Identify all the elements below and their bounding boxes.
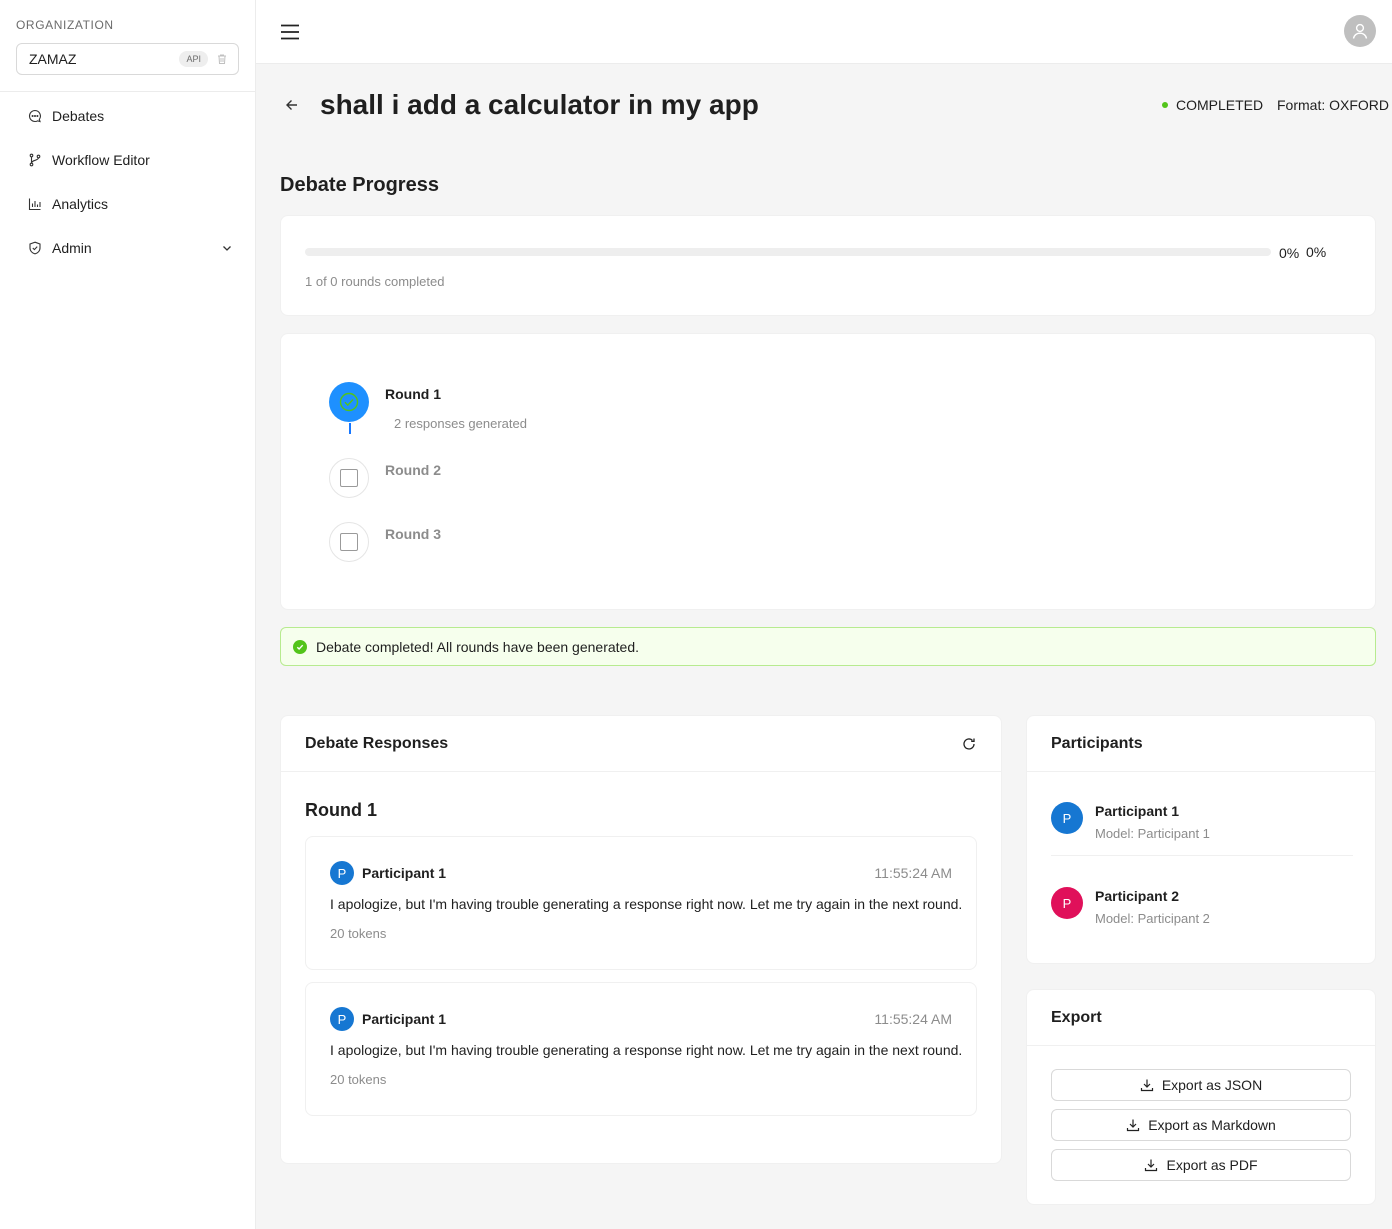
round-heading: Round 1	[305, 800, 377, 820]
response-item: P Participant 1 11:55:24 AM I apologize,…	[305, 982, 977, 1116]
export-card: Export Export as JSON Export as Markdown…	[1026, 989, 1376, 1205]
sidebar-item-label: Workflow Editor	[52, 152, 150, 168]
step-2-pending-icon	[329, 458, 369, 498]
card-header: Participants	[1027, 716, 1375, 772]
response-author: Participant 1	[362, 1011, 447, 1027]
participant-model: Model: Participant 2	[1095, 911, 1210, 926]
progress-percent-secondary: 0%	[1306, 244, 1327, 260]
step-title: Round 2	[385, 462, 441, 478]
status-badge: COMPLETED	[1162, 97, 1263, 113]
status-text: COMPLETED	[1176, 97, 1264, 113]
participant-name: Participant 1	[1095, 803, 1180, 819]
progress-card: 0% 0% 1 of 0 rounds completed	[280, 215, 1376, 316]
rounds-steps-card: Round 1 2 responses generated Round 2 Ro…	[280, 333, 1376, 610]
chevron-down-icon[interactable]	[221, 242, 233, 254]
rounds-completed-text: 1 of 0 rounds completed	[305, 274, 445, 289]
sidebar-divider	[0, 91, 255, 92]
divider	[1051, 855, 1353, 856]
api-badge: API	[179, 51, 208, 67]
back-arrow-icon[interactable]	[284, 97, 300, 113]
menu-icon[interactable]	[280, 22, 300, 42]
sidebar-item-analytics[interactable]: Analytics	[0, 182, 255, 226]
organization-label: ORGANIZATION	[16, 18, 114, 32]
sidebar-nav: Debates Workflow Editor Analytics Admin	[0, 94, 255, 270]
step-title: Round 1	[385, 386, 441, 402]
export-pdf-button[interactable]: Export as PDF	[1051, 1149, 1351, 1181]
response-author: Participant 1	[362, 865, 447, 881]
check-circle-icon	[293, 639, 307, 654]
response-text: I apologize, but I'm having trouble gene…	[330, 896, 963, 912]
organization-select[interactable]: ZAMAZ API	[16, 43, 239, 75]
avatar: P	[330, 1007, 354, 1031]
response-text: I apologize, but I'm having trouble gene…	[330, 1042, 963, 1058]
participant-item: P Participant 1 Model: Participant 1	[1051, 776, 1353, 860]
page-title: shall i add a calculator in my app	[320, 89, 759, 120]
response-tokens: 20 tokens	[330, 926, 387, 941]
debate-responses-card: Debate Responses Round 1 P Participant 1…	[280, 715, 1002, 1164]
sidebar-item-label: Admin	[52, 240, 92, 256]
shield-icon	[28, 241, 42, 255]
refresh-icon[interactable]	[961, 736, 977, 752]
debate-format: Format: OXFORD	[1277, 97, 1390, 113]
section-title-debate-progress: Debate Progress	[280, 174, 439, 196]
step-title: Round 3	[385, 526, 441, 542]
card-title: Export	[1051, 1008, 1102, 1026]
avatar: P	[1051, 802, 1083, 834]
branch-icon	[28, 153, 42, 167]
card-title: Participants	[1051, 734, 1143, 752]
sidebar-item-label: Debates	[52, 108, 105, 124]
success-alert: Debate completed! All rounds have been g…	[280, 627, 1376, 666]
user-avatar[interactable]	[1344, 15, 1376, 47]
sidebar: ORGANIZATION ZAMAZ API Debates Workflow …	[0, 0, 256, 1229]
top-bar	[256, 0, 1392, 64]
sidebar-item-debates[interactable]: Debates	[0, 94, 255, 138]
avatar: P	[330, 861, 354, 885]
card-title: Debate Responses	[305, 734, 449, 752]
step-1-check-icon	[329, 382, 369, 422]
sidebar-item-label: Analytics	[52, 196, 109, 212]
response-tokens: 20 tokens	[330, 1072, 387, 1087]
participant-item: P Participant 2 Model: Participant 2	[1051, 861, 1353, 945]
participants-card: Participants P Participant 1 Model: Part…	[1026, 715, 1376, 964]
button-label: Export as JSON	[1161, 1077, 1263, 1093]
response-item: P Participant 1 11:55:24 AM I apologize,…	[305, 836, 977, 970]
step-description: 2 responses generated	[394, 416, 527, 431]
step-3-pending-icon	[329, 522, 369, 562]
participant-model: Model: Participant 1	[1095, 826, 1210, 841]
card-header: Debate Responses	[281, 716, 1001, 772]
download-icon	[1140, 1078, 1154, 1092]
step-connector	[349, 423, 351, 434]
download-icon	[1126, 1118, 1140, 1132]
response-time: 11:55:24 AM	[874, 865, 952, 881]
sidebar-item-workflow-editor[interactable]: Workflow Editor	[0, 138, 255, 182]
button-label: Export as PDF	[1166, 1157, 1258, 1173]
avatar: P	[1051, 887, 1083, 919]
progress-bar	[305, 248, 1271, 256]
response-time: 11:55:24 AM	[874, 1011, 952, 1027]
button-label: Export as Markdown	[1148, 1117, 1276, 1133]
bar-chart-icon	[28, 197, 42, 211]
sidebar-item-admin[interactable]: Admin	[0, 226, 255, 270]
alert-text: Debate completed! All rounds have been g…	[316, 638, 640, 655]
participant-name: Participant 2	[1095, 888, 1180, 904]
status-dot	[1162, 102, 1168, 108]
organization-name: ZAMAZ	[29, 51, 77, 67]
chat-icon	[28, 109, 42, 123]
export-markdown-button[interactable]: Export as Markdown	[1051, 1109, 1351, 1141]
card-header: Export	[1027, 990, 1375, 1046]
progress-percent: 0%	[1279, 245, 1300, 261]
download-icon	[1144, 1158, 1158, 1172]
trash-icon[interactable]	[216, 53, 228, 65]
export-json-button[interactable]: Export as JSON	[1051, 1069, 1351, 1101]
